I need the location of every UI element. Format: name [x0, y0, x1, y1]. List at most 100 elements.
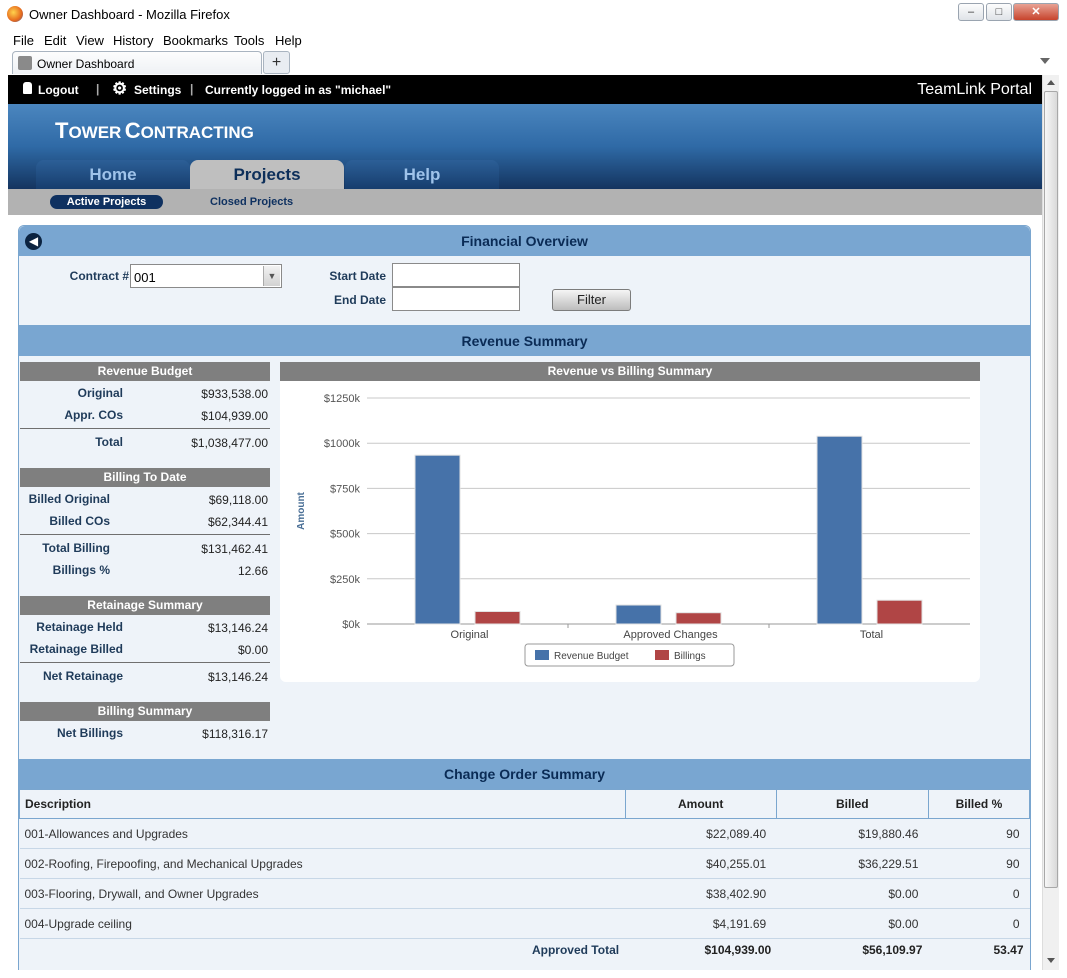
menu-history[interactable]: History: [113, 33, 153, 48]
row-amount: $40,255.01: [706, 856, 767, 871]
row-description: 004-Upgrade ceiling: [24, 916, 132, 931]
gear-icon: ⚙: [112, 79, 128, 98]
contract-value: 001: [134, 270, 156, 285]
menu-view[interactable]: View: [76, 33, 104, 48]
menu-file[interactable]: File: [13, 33, 34, 48]
active-projects-link[interactable]: Active Projects: [50, 195, 163, 209]
retainage-billed-label: Retainage Billed: [29, 642, 123, 656]
vertical-scrollbar[interactable]: [1042, 75, 1059, 970]
dashboard-panel: Financial Overview ◀ Contract # 001 ▼ St…: [18, 225, 1031, 970]
start-date-input[interactable]: [392, 263, 520, 287]
end-date-input[interactable]: [392, 287, 520, 311]
approved-total-pct: 53.47: [993, 942, 1024, 957]
approved-total-billed: $56,109.97: [862, 942, 923, 957]
col-billed[interactable]: Billed: [775, 789, 929, 819]
legend-label: Revenue Budget: [554, 651, 629, 662]
billing-to-date-header: Billing To Date: [20, 468, 270, 487]
table-row[interactable]: 001-Allowances and Upgrades $22,089.40 $19…: [19, 819, 1030, 849]
scroll-up-arrow-icon[interactable]: [1047, 80, 1055, 85]
net-retainage-label: Net Retainage: [42, 669, 123, 683]
billed-original-label: Billed Original: [28, 492, 110, 506]
closed-projects-link[interactable]: Closed Projects: [210, 196, 293, 208]
tab-home[interactable]: Home: [36, 160, 190, 190]
x-tick-label: Original: [451, 629, 489, 641]
portal-name: TeamLink Portal: [917, 81, 1032, 98]
window-titlebar: Owner Dashboard - Mozilla Firefox – □ ✕: [0, 0, 1067, 30]
row-amount: $22,089.40: [706, 826, 767, 841]
tab-help[interactable]: Help: [345, 160, 499, 190]
row-billed: $19,880.46: [858, 826, 919, 841]
contract-select[interactable]: 001 ▼: [130, 264, 282, 288]
billed-cos-value: $62,344.41: [207, 515, 268, 529]
tab-projects[interactable]: Projects: [190, 160, 344, 190]
divider: [20, 534, 270, 535]
table-row[interactable]: 004-Upgrade ceiling $4,191.69 $0.00 0: [19, 909, 1030, 939]
start-date-label: Start Date: [329, 269, 386, 283]
budget-total-value: $1,038,477.00: [191, 436, 268, 450]
y-tick-label: $500k: [330, 529, 360, 541]
filter-button[interactable]: Filter: [552, 289, 631, 311]
y-tick-label: $250k: [330, 574, 360, 586]
scrollbar-thumb[interactable]: [1044, 91, 1058, 888]
bar-revenue-budget: [615, 604, 662, 625]
scroll-down-arrow-icon[interactable]: [1047, 958, 1055, 963]
retainage-billed-value: $0.00: [237, 643, 268, 657]
table-header-row: Description Amount Billed Billed %: [19, 789, 1031, 819]
logout-link[interactable]: Logout: [38, 83, 79, 97]
billings-pct-value: 12.66: [237, 564, 268, 578]
row-billed-pct: 0: [1012, 886, 1020, 901]
x-tick-label: Total: [860, 629, 883, 641]
back-arrow-icon[interactable]: ◀: [25, 233, 42, 250]
menu-help[interactable]: Help: [275, 33, 302, 48]
row-amount: $4,191.69: [712, 916, 767, 931]
appr-cos-value: $104,939.00: [201, 409, 268, 423]
tab-list-arrow-icon[interactable]: [1040, 58, 1050, 64]
chevron-down-icon[interactable]: ▼: [263, 266, 280, 286]
divider: [20, 662, 270, 663]
settings-link[interactable]: Settings: [134, 83, 181, 97]
page-viewport: Logout | ⚙ Settings | Currently logged i…: [8, 75, 1042, 970]
row-billed: $0.00: [888, 886, 919, 901]
revenue-budget-header: Revenue Budget: [20, 362, 270, 381]
menu-tools[interactable]: Tools: [234, 33, 264, 48]
y-tick-label: $1250k: [324, 393, 361, 405]
total-billing-label: Total Billing: [42, 541, 110, 555]
table-row[interactable]: 003-Flooring, Drywall, and Owner Upgrade…: [19, 879, 1030, 909]
col-amount[interactable]: Amount: [624, 789, 777, 819]
billing-summary-header: Billing Summary: [20, 702, 270, 721]
close-button[interactable]: ✕: [1013, 3, 1059, 21]
net-billings-label: Net Billings: [56, 726, 123, 740]
top-bar: Logout | ⚙ Settings | Currently logged i…: [8, 75, 1042, 104]
financial-overview-header: Financial Overview: [19, 226, 1030, 256]
menu-edit[interactable]: Edit: [44, 33, 66, 48]
row-description: 001-Allowances and Upgrades: [24, 826, 188, 841]
retainage-held-label: Retainage Held: [36, 620, 123, 634]
billed-original-value: $69,118.00: [208, 493, 268, 507]
new-tab-button[interactable]: +: [263, 51, 290, 74]
maximize-button[interactable]: □: [986, 3, 1012, 21]
minimize-button[interactable]: –: [958, 3, 984, 21]
row-description: 002-Roofing, Firepoofing, and Mechanical…: [24, 856, 303, 871]
table-row[interactable]: 002-Roofing, Firepoofing, and Mechanical…: [19, 849, 1030, 879]
browser-tab-label: Owner Dashboard: [37, 57, 135, 71]
menu-bar: File Edit View History Bookmarks Tools H…: [0, 30, 1067, 50]
chart-title: Revenue vs Billing Summary: [280, 362, 980, 381]
approved-total-amount: $104,939.00: [704, 942, 772, 957]
change-order-summary-header: Change Order Summary: [19, 759, 1030, 789]
divider: |: [96, 82, 100, 96]
billed-cos-label: Billed COs: [49, 514, 110, 528]
legend-swatch: [655, 650, 669, 660]
lock-icon: [23, 82, 32, 94]
bar-billings: [876, 599, 923, 625]
legend-label: Billings: [674, 651, 706, 662]
total-row: Approved Total $104,939.00 $56,109.97 53…: [20, 939, 1030, 961]
menu-bookmarks[interactable]: Bookmarks: [163, 33, 228, 48]
browser-tab[interactable]: Owner Dashboard: [12, 51, 262, 74]
col-billed-pct[interactable]: Billed %: [927, 789, 1031, 819]
bar-revenue-budget: [414, 454, 461, 625]
original-value: $933,538.00: [201, 387, 268, 401]
original-label: Original: [77, 386, 123, 400]
y-tick-label: $750k: [330, 483, 360, 495]
col-description[interactable]: Description: [19, 789, 626, 819]
bar-revenue-budget: [816, 435, 863, 625]
